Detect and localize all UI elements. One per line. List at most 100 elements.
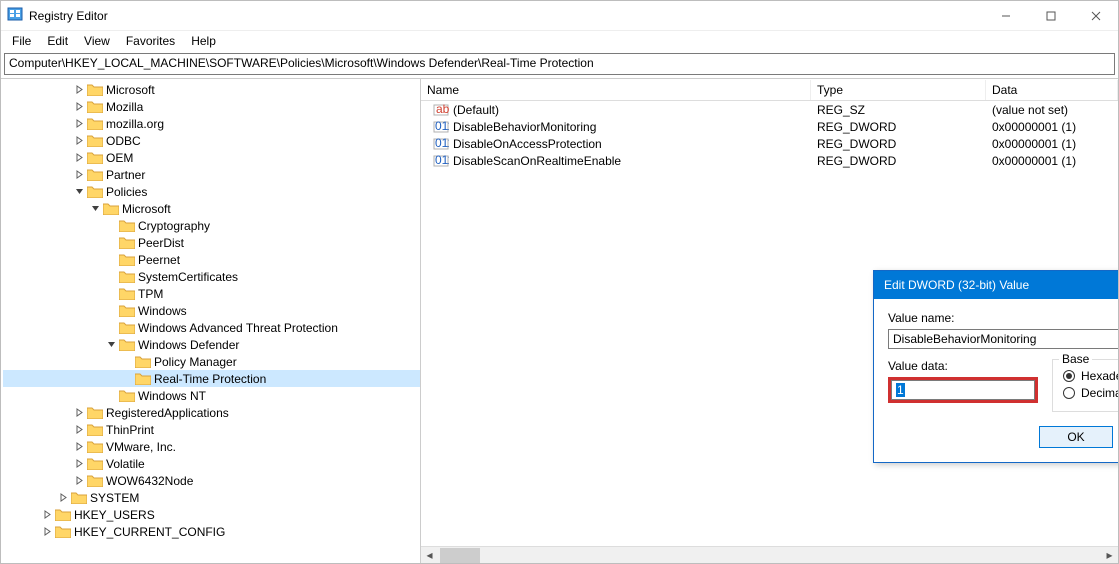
tree-item[interactable]: Windows [3,302,420,319]
menu-edit[interactable]: Edit [40,33,75,49]
expand-icon[interactable] [55,493,71,502]
expand-icon[interactable] [71,476,87,485]
tree-item[interactable]: WOW6432Node [3,472,420,489]
col-header-name[interactable]: Name [421,80,811,100]
collapse-icon[interactable] [103,340,119,349]
tree-item[interactable]: Mozilla [3,98,420,115]
folder-icon [87,473,103,489]
tree-item-label: SYSTEM [90,491,139,505]
expand-icon[interactable] [71,85,87,94]
expand-icon[interactable] [71,153,87,162]
tree-item-label: Microsoft [122,202,171,216]
tree-item[interactable]: ThinPrint [3,421,420,438]
svg-text:011: 011 [435,136,449,150]
tree-item-label: VMware, Inc. [106,440,176,454]
tree-item-label: Mozilla [106,100,143,114]
scroll-thumb[interactable] [440,548,480,563]
tree-item-label: Peernet [138,253,180,267]
folder-icon [119,235,135,251]
collapse-icon[interactable] [71,187,87,196]
list-pane[interactable]: Name Type Data ab(Default)REG_SZ(value n… [421,79,1118,563]
tree-item[interactable]: Policies [3,183,420,200]
tree-item-label: WOW6432Node [106,474,193,488]
expand-icon[interactable] [39,527,55,536]
tree-item[interactable]: Microsoft [3,81,420,98]
horizontal-scrollbar[interactable]: ◂ ▸ [421,546,1118,563]
tree-item[interactable]: Windows NT [3,387,420,404]
expand-icon[interactable] [71,136,87,145]
expand-icon[interactable] [71,442,87,451]
tree-item[interactable]: Volatile [3,455,420,472]
menu-favorites[interactable]: Favorites [119,33,182,49]
dialog-titlebar[interactable]: Edit DWORD (32-bit) Value [874,271,1118,299]
tree-item[interactable]: RegisteredApplications [3,404,420,421]
tree-item[interactable]: HKEY_CURRENT_CONFIG [3,523,420,540]
close-button[interactable] [1073,1,1118,30]
address-bar[interactable]: Computer\HKEY_LOCAL_MACHINE\SOFTWARE\Pol… [4,53,1115,75]
tree-item-label: Real-Time Protection [154,372,266,386]
tree-pane[interactable]: Microsoft Mozillamozilla.orgODBCOEMPartne… [1,79,421,563]
tree-item[interactable]: TPM [3,285,420,302]
expand-icon[interactable] [39,510,55,519]
tree-item[interactable]: HKEY_USERS [3,506,420,523]
tree-item-label: HKEY_USERS [74,508,155,522]
folder-icon [71,490,87,506]
expand-icon[interactable] [71,425,87,434]
list-row[interactable]: 011DisableScanOnRealtimeEnableREG_DWORD0… [421,152,1118,169]
expand-icon[interactable] [71,119,87,128]
tree-item[interactable]: VMware, Inc. [3,438,420,455]
tree-item[interactable]: SystemCertificates [3,268,420,285]
value-data: 0x00000001 (1) [986,151,1118,171]
folder-icon [87,99,103,115]
expand-icon[interactable] [71,170,87,179]
col-header-type[interactable]: Type [811,80,986,100]
ok-button[interactable]: OK [1039,426,1113,448]
tree-item[interactable]: ODBC [3,132,420,149]
expand-icon[interactable] [71,459,87,468]
radio-hexadecimal[interactable]: Hexadecimal [1063,369,1118,383]
radio-decimal[interactable]: Decimal [1063,386,1118,400]
tree-item[interactable]: mozilla.org [3,115,420,132]
tree-item[interactable]: Policy Manager [3,353,420,370]
radio-dec-label: Decimal [1081,386,1118,400]
tree-item[interactable]: PeerDist [3,234,420,251]
app-icon [7,6,23,25]
folder-icon [135,354,151,370]
expand-icon[interactable] [71,408,87,417]
tree-item-label: Windows Defender [138,338,239,352]
value-name: (Default) [453,103,499,117]
menu-file[interactable]: File [5,33,38,49]
value-name-input[interactable] [888,329,1118,349]
tree-item[interactable]: Cryptography [3,217,420,234]
folder-icon [119,286,135,302]
tree-item[interactable]: Peernet [3,251,420,268]
tree-item[interactable]: Windows Advanced Threat Protection [3,319,420,336]
maximize-button[interactable] [1028,1,1073,30]
folder-icon [87,150,103,166]
tree-item[interactable]: SYSTEM [3,489,420,506]
tree-item[interactable]: OEM [3,149,420,166]
svg-text:011: 011 [435,153,449,167]
value-data-input[interactable]: 1 [891,380,1035,400]
tree-item[interactable]: Microsoft [3,200,420,217]
menu-view[interactable]: View [77,33,117,49]
radio-icon [1063,387,1075,399]
collapse-icon[interactable] [87,204,103,213]
value-name: DisableScanOnRealtimeEnable [453,154,621,168]
radio-hex-label: Hexadecimal [1081,369,1118,383]
col-header-data[interactable]: Data [986,80,1118,100]
minimize-button[interactable] [983,1,1028,30]
value-name: DisableBehaviorMonitoring [453,120,596,134]
tree-item-label: ThinPrint [106,423,154,437]
expand-icon[interactable] [71,102,87,111]
folder-icon [87,167,103,183]
scroll-left-icon[interactable]: ◂ [421,547,438,564]
menu-help[interactable]: Help [184,33,223,49]
scroll-right-icon[interactable]: ▸ [1101,547,1118,564]
folder-icon [87,116,103,132]
tree-item[interactable]: Partner [3,166,420,183]
menubar: File Edit View Favorites Help [1,31,1118,51]
tree-item[interactable]: Windows Defender [3,336,420,353]
list-header: Name Type Data [421,79,1118,101]
tree-item[interactable]: Real-Time Protection [3,370,420,387]
